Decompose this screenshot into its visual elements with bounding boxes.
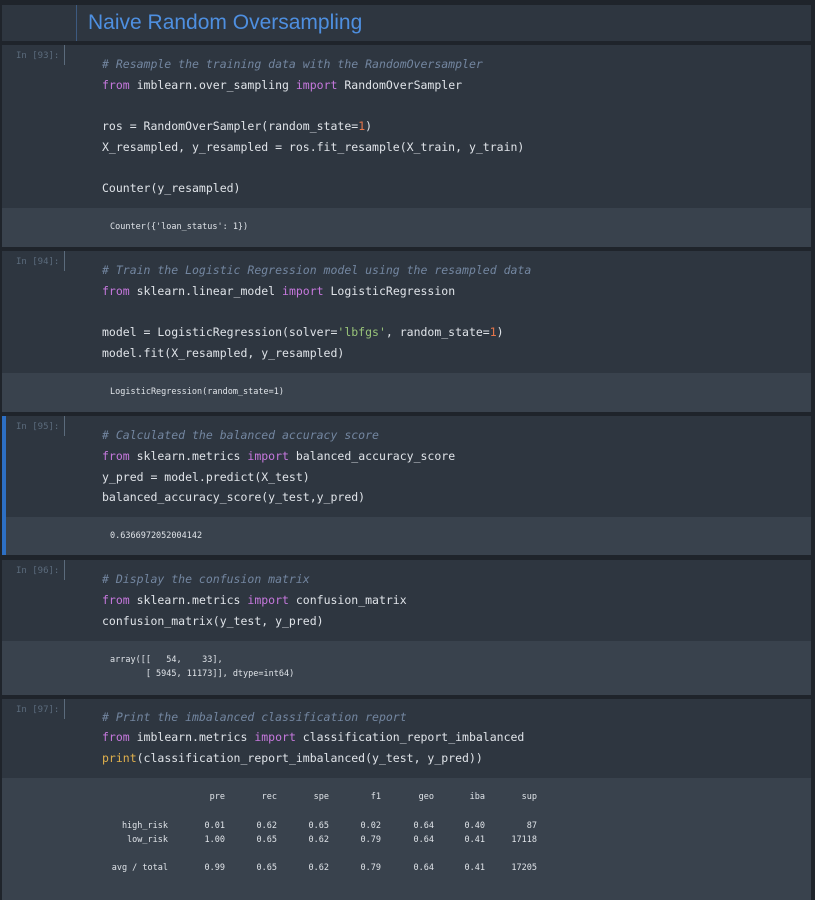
report-row-label: avg / total <box>111 863 168 873</box>
report-cell: 0.62 <box>308 835 329 845</box>
report-cell: 0.79 <box>360 863 381 873</box>
code-cell-95[interactable]: In [95]: # Calculated the balanced accur… <box>2 416 811 555</box>
code-line: from sklearn.linear_model import Logisti… <box>102 284 456 298</box>
cell-output: 0.6366972052004142 <box>6 517 811 555</box>
report-cell: 0.41 <box>464 863 485 873</box>
report-cell: 0.64 <box>413 821 434 831</box>
report-cell: 0.62 <box>308 863 329 873</box>
report-cell: 0.65 <box>256 863 277 873</box>
report-cell: 1.00 <box>204 835 225 845</box>
report-cell: 17118 <box>511 835 537 845</box>
report-output: pre rec spe f1 geo iba sup high_risk 0.0… <box>2 778 811 900</box>
output-text: LogisticRegression(random_state=1) <box>110 387 284 397</box>
report-cell: 0.79 <box>360 835 381 845</box>
code-line: from imblearn.metrics import classificat… <box>102 730 525 744</box>
report-header: f1 <box>370 792 381 802</box>
report-cell: 17205 <box>511 863 537 873</box>
report-cell: 0.65 <box>256 835 277 845</box>
code-line: # Display the confusion matrix <box>102 572 310 586</box>
cell-prompt: In [97]: <box>16 705 60 715</box>
report-cell: 0.41 <box>464 835 485 845</box>
code-line: # Train the Logistic Regression model us… <box>102 263 532 277</box>
code-cell-94[interactable]: In [94]: # Train the Logistic Regression… <box>2 251 811 412</box>
prompt-divider <box>64 45 65 65</box>
code-line: from sklearn.metrics import balanced_acc… <box>102 449 456 463</box>
report-cell: 0.64 <box>413 835 434 845</box>
code-line: # Resample the training data with the Ra… <box>102 57 483 71</box>
output-text: Counter({'loan_status': 1}) <box>110 222 249 232</box>
cell-prompt: In [96]: <box>16 566 60 576</box>
report-header: pre <box>209 792 225 802</box>
report-row-label: high_risk <box>121 821 168 831</box>
report-header: geo <box>418 792 434 802</box>
code-line: # Print the imbalanced classification re… <box>102 710 407 724</box>
code-line: from sklearn.metrics import confusion_ma… <box>102 593 407 607</box>
report-cell: 0.40 <box>464 821 485 831</box>
report-row-label: low_risk <box>127 835 168 845</box>
code-line: ros = RandomOverSampler(random_state=1) <box>102 119 373 133</box>
code-line: from imblearn.over_sampling import Rando… <box>102 78 463 92</box>
report-cell: 0.02 <box>360 821 381 831</box>
code-line: Counter(y_resampled) <box>102 181 241 195</box>
section-heading: Naive Random Oversampling <box>88 11 363 34</box>
report-header: sup <box>521 792 537 802</box>
output-text: 0.6366972052004142 <box>110 531 203 541</box>
report-header: rec <box>261 792 277 802</box>
code-line: confusion_matrix(y_test, y_pred) <box>102 614 324 628</box>
code-line: X_resampled, y_resampled = ros.fit_resam… <box>102 140 525 154</box>
cell-output: Counter({'loan_status': 1}) <box>2 208 811 247</box>
report-header: iba <box>469 792 485 802</box>
code-cell-96[interactable]: In [96]: # Display the confusion matrix … <box>2 560 811 695</box>
report-cell: 87 <box>526 821 537 831</box>
report-header: spe <box>313 792 329 802</box>
report-cell: 0.01 <box>204 821 225 831</box>
report-cell: 0.64 <box>413 863 434 873</box>
code-line: print(classification_report_imbalanced(y… <box>102 751 483 765</box>
cell-output: LogisticRegression(random_state=1) <box>2 373 811 412</box>
output-text: [ 5945, 11173]], dtype=int64) <box>110 669 295 679</box>
cell-prompt: In [94]: <box>16 257 60 267</box>
cell-prompt: In [95]: <box>16 422 60 432</box>
cell-prompt: In [93]: <box>16 51 60 61</box>
markdown-cell[interactable]: Naive Random Oversampling <box>2 5 811 41</box>
code-line: model = LogisticRegression(solver='lbfgs… <box>102 325 504 339</box>
code-cell-93[interactable]: In [93]: # Resample the training data wi… <box>2 45 811 247</box>
cell-divider <box>76 5 77 41</box>
report-cell: 0.99 <box>204 863 225 873</box>
code-line: model.fit(X_resampled, y_resampled) <box>102 346 345 360</box>
code-line: balanced_accuracy_score(y_test,y_pred) <box>102 490 366 504</box>
code-line: # Calculated the balanced accuracy score <box>102 428 379 442</box>
prompt-divider <box>64 699 65 719</box>
code-line: y_pred = model.predict(X_test) <box>102 470 310 484</box>
prompt-divider <box>64 251 65 271</box>
cell-output: array([[ 54, 33], [ 5945, 11173]], dtype… <box>2 641 811 695</box>
report-cell: 0.65 <box>308 821 329 831</box>
prompt-divider <box>64 416 65 436</box>
report-cell: 0.62 <box>256 821 277 831</box>
code-cell-97[interactable]: In [97]: # Print the imbalanced classifi… <box>2 699 811 900</box>
prompt-divider <box>64 560 65 580</box>
output-text: array([[ 54, 33], <box>110 655 223 665</box>
